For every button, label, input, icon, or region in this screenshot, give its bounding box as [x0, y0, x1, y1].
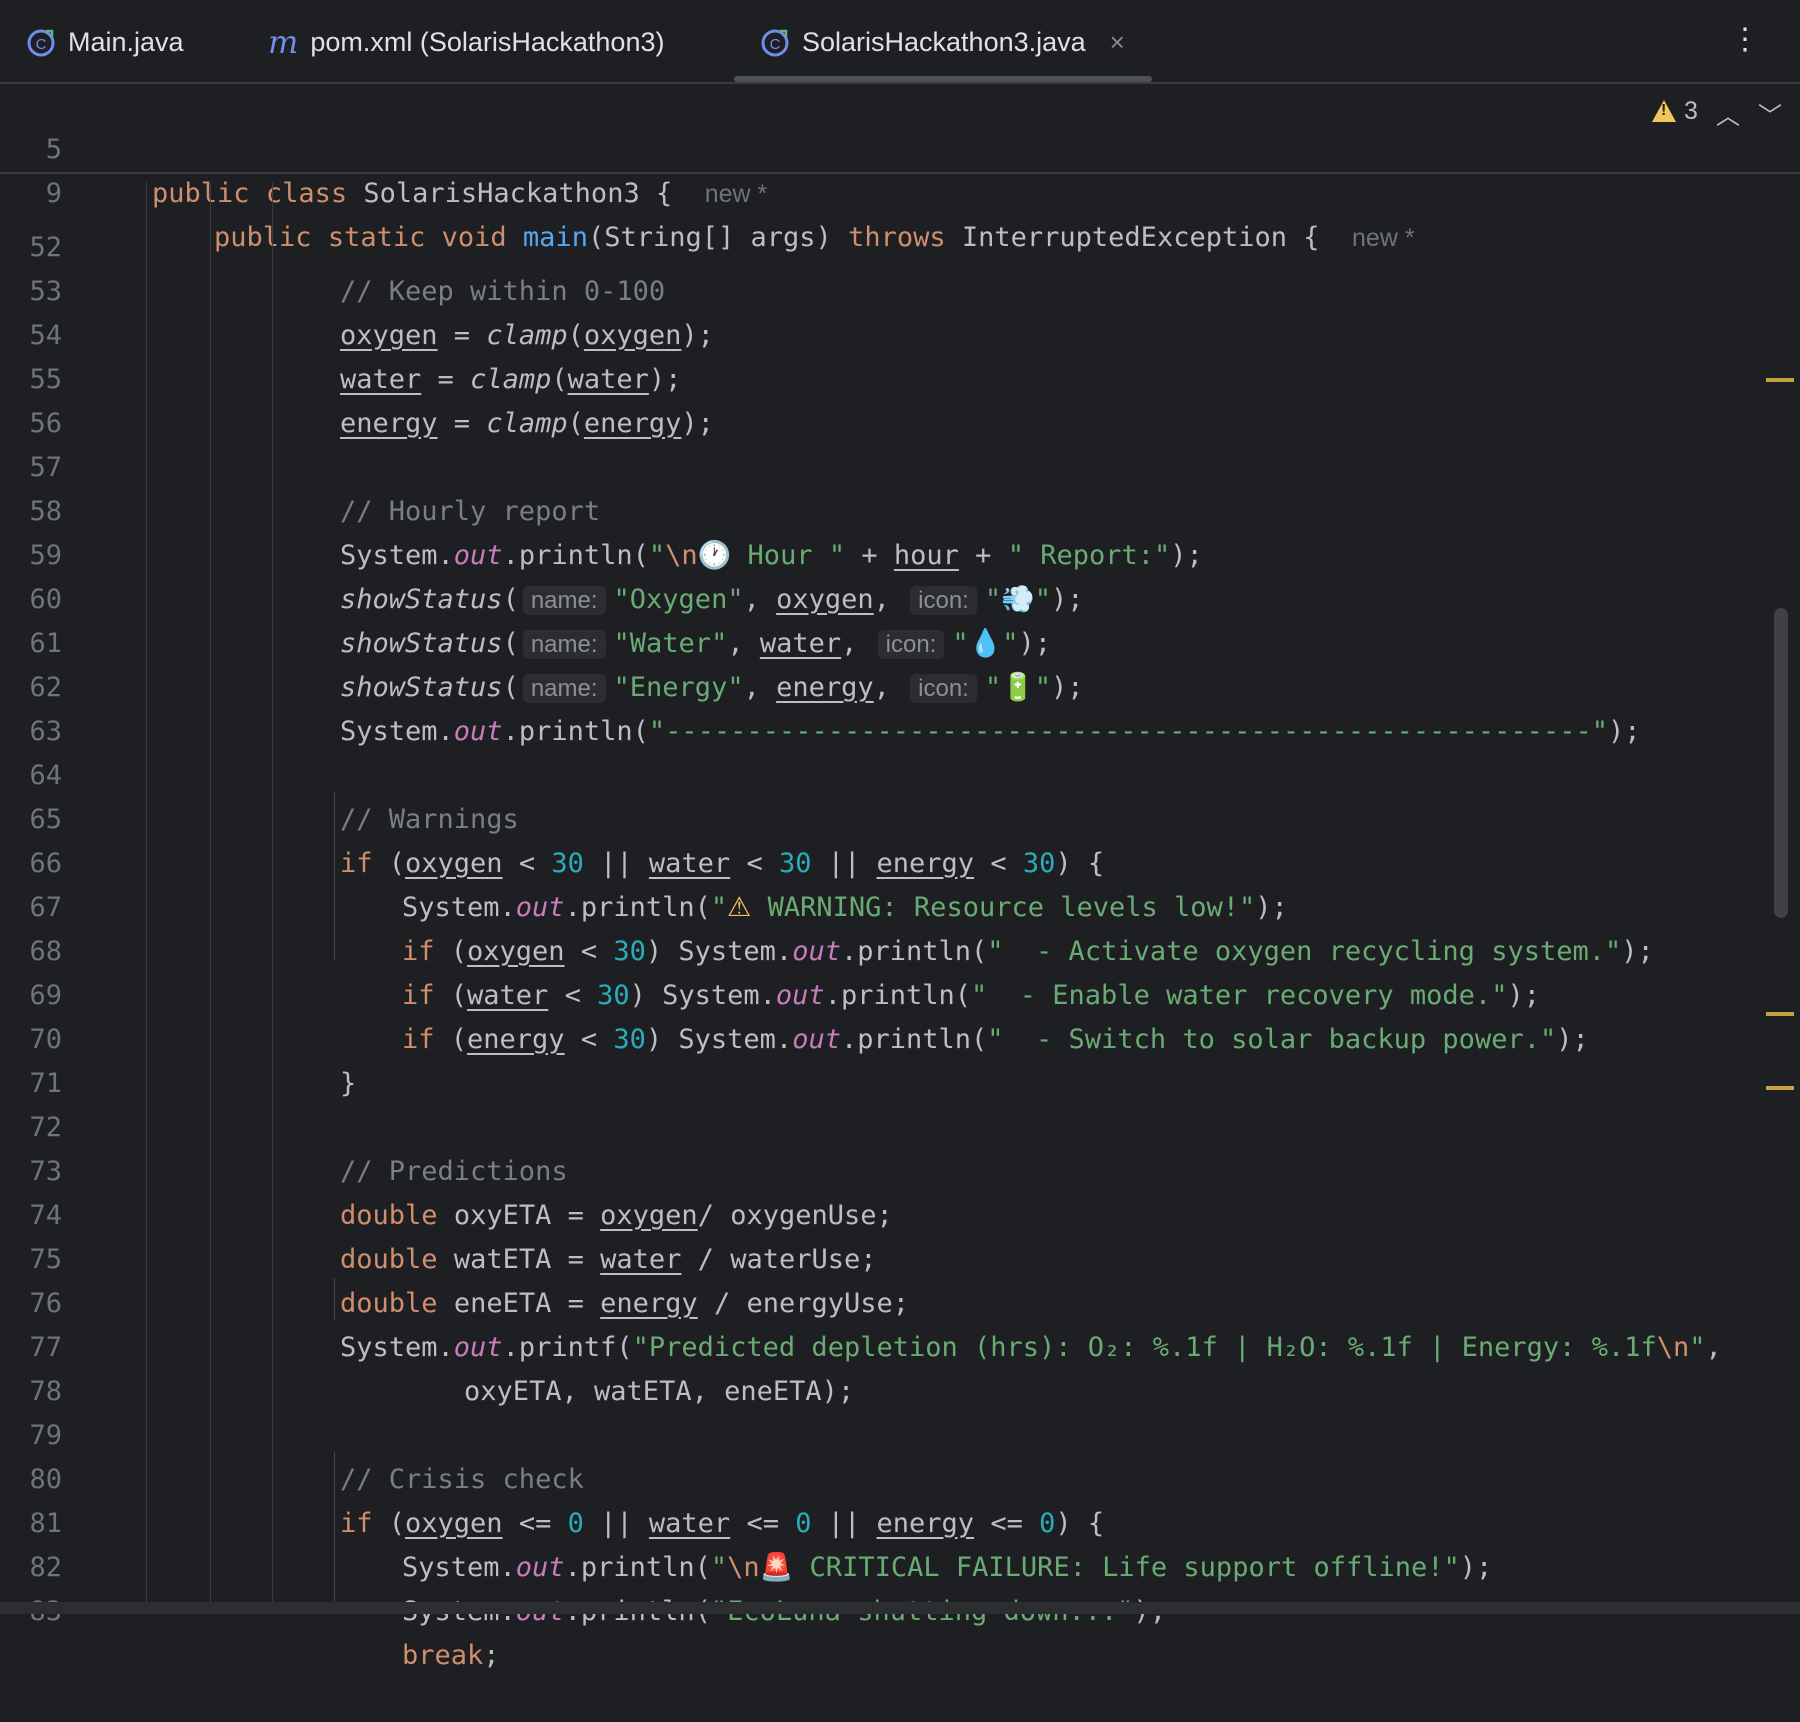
sticky-lines-header: 5 public class SolarisHackathon3 { new *… — [0, 84, 1800, 253]
code-line[interactable]: 53 oxygen = clamp(oxygen); — [0, 226, 1760, 351]
tab-pom-xml[interactable]: m pom.xml (SolarisHackathon3) — [268, 22, 664, 62]
chevron-down-icon[interactable]: ﹀ — [1758, 96, 1782, 131]
close-icon[interactable]: × — [1110, 27, 1125, 58]
editor-tab-bar: C Main.java m pom.xml (SolarisHackathon3… — [0, 0, 1800, 84]
active-tab-indicator — [734, 76, 1152, 82]
code-line[interactable]: 78 — [0, 1326, 1760, 1407]
more-options-icon[interactable]: ⋮ — [1730, 22, 1760, 57]
sticky-line[interactable]: 5 public class SolarisHackathon3 { new * — [0, 84, 1780, 209]
scroll-warning-marker[interactable] — [1766, 378, 1794, 382]
code-line[interactable]: 54 water = clamp(water); — [0, 270, 1760, 395]
maven-icon: m — [268, 23, 299, 61]
tab-solaris-hackathon3-java[interactable]: C SolarisHackathon3.java × — [760, 22, 1125, 62]
scroll-warning-marker[interactable] — [1766, 1086, 1794, 1090]
code-line[interactable]: 57 // Hourly report — [0, 402, 1760, 527]
code-line[interactable]: 81 System.out.println("\n🚨 CRITICAL FAIL… — [0, 1458, 1760, 1583]
code-line[interactable]: 70 } — [0, 974, 1760, 1099]
java-class-icon: C — [27, 29, 55, 57]
code-line[interactable]: 82 System.out.println("EcoLuna shutting … — [0, 1502, 1760, 1627]
code-line[interactable]: 77 oxyETA, watETA, eneETA); — [0, 1282, 1760, 1407]
sticky-line[interactable]: 9 public static void main(String[] args)… — [0, 128, 1780, 253]
code-line[interactable]: 71 — [0, 1018, 1760, 1099]
code-line[interactable]: 69 if (energy < 30) System.out.println("… — [0, 930, 1760, 1055]
code-line[interactable]: 55 energy = clamp(energy); — [0, 314, 1760, 439]
warning-icon — [1652, 100, 1676, 122]
code-line[interactable]: 61 showStatus(name: "Energy", energy, ico… — [0, 578, 1760, 703]
vertical-scrollbar-thumb[interactable] — [1774, 608, 1788, 918]
java-class-icon: C — [761, 29, 789, 57]
code-line[interactable]: 65 if (oxygen < 30 || water < 30 || ener… — [0, 754, 1760, 879]
warning-count: 3 — [1684, 96, 1698, 125]
tab-label: pom.xml (SolarisHackathon3) — [310, 26, 665, 57]
scroll-warning-marker[interactable] — [1766, 1012, 1794, 1016]
code-line[interactable]: 76 System.out.printf("Predicted depletio… — [0, 1238, 1760, 1363]
code-line[interactable]: 75 double eneETA = energy / energyUse; — [0, 1194, 1760, 1319]
inspection-widget[interactable]: 3 — [1652, 96, 1698, 126]
code-line[interactable]: 60 showStatus(name: "Water", water, icon:… — [0, 534, 1760, 659]
code-line[interactable]: 83 break; — [0, 1546, 1760, 1671]
horizontal-scrollbar[interactable] — [0, 1602, 1800, 1614]
code-line[interactable]: 58 System.out.println("\n🕐 Hour " + hour… — [0, 446, 1760, 571]
svg-text:C: C — [36, 36, 47, 53]
chevron-up-icon[interactable]: ︿ — [1716, 96, 1740, 131]
code-line[interactable]: 52 // Keep within 0-100 — [0, 182, 1760, 307]
code-editor[interactable]: 52 // Keep within 0-100 53 oxygen = clam… — [0, 182, 1800, 1671]
tab-label: Main.java — [68, 26, 184, 57]
code-line[interactable]: 56 — [0, 358, 1760, 439]
code-line[interactable]: 73 double oxyETA = oxygen/ oxygenUse; — [0, 1106, 1760, 1231]
tab-label: SolarisHackathon3.java — [802, 26, 1086, 57]
code-line[interactable]: 80 if (oxygen <= 0 || water <= 0 || ener… — [0, 1414, 1760, 1539]
code-line[interactable]: 68 if (water < 30) System.out.println(" … — [0, 886, 1760, 1011]
svg-text:C: C — [770, 36, 781, 53]
code-line[interactable]: 59 showStatus(name: "Oxygen", oxygen, ico… — [0, 490, 1760, 615]
code-text: break; — [402, 1640, 500, 1671]
code-line[interactable]: 72 // Predictions — [0, 1062, 1760, 1187]
code-line[interactable]: 62 System.out.println("-----------------… — [0, 622, 1760, 747]
code-line[interactable]: 66 System.out.println("⚠ WARNING: Resour… — [0, 798, 1760, 923]
code-line[interactable]: 74 double watETA = water / waterUse; — [0, 1150, 1760, 1275]
code-line[interactable]: 63 — [0, 666, 1760, 747]
code-line[interactable]: 64 // Warnings — [0, 710, 1760, 835]
code-line[interactable]: 67 if (oxygen < 30) System.out.println("… — [0, 842, 1760, 967]
tab-main-java[interactable]: C Main.java — [26, 22, 184, 62]
code-line[interactable]: 79 // Crisis check — [0, 1370, 1760, 1495]
